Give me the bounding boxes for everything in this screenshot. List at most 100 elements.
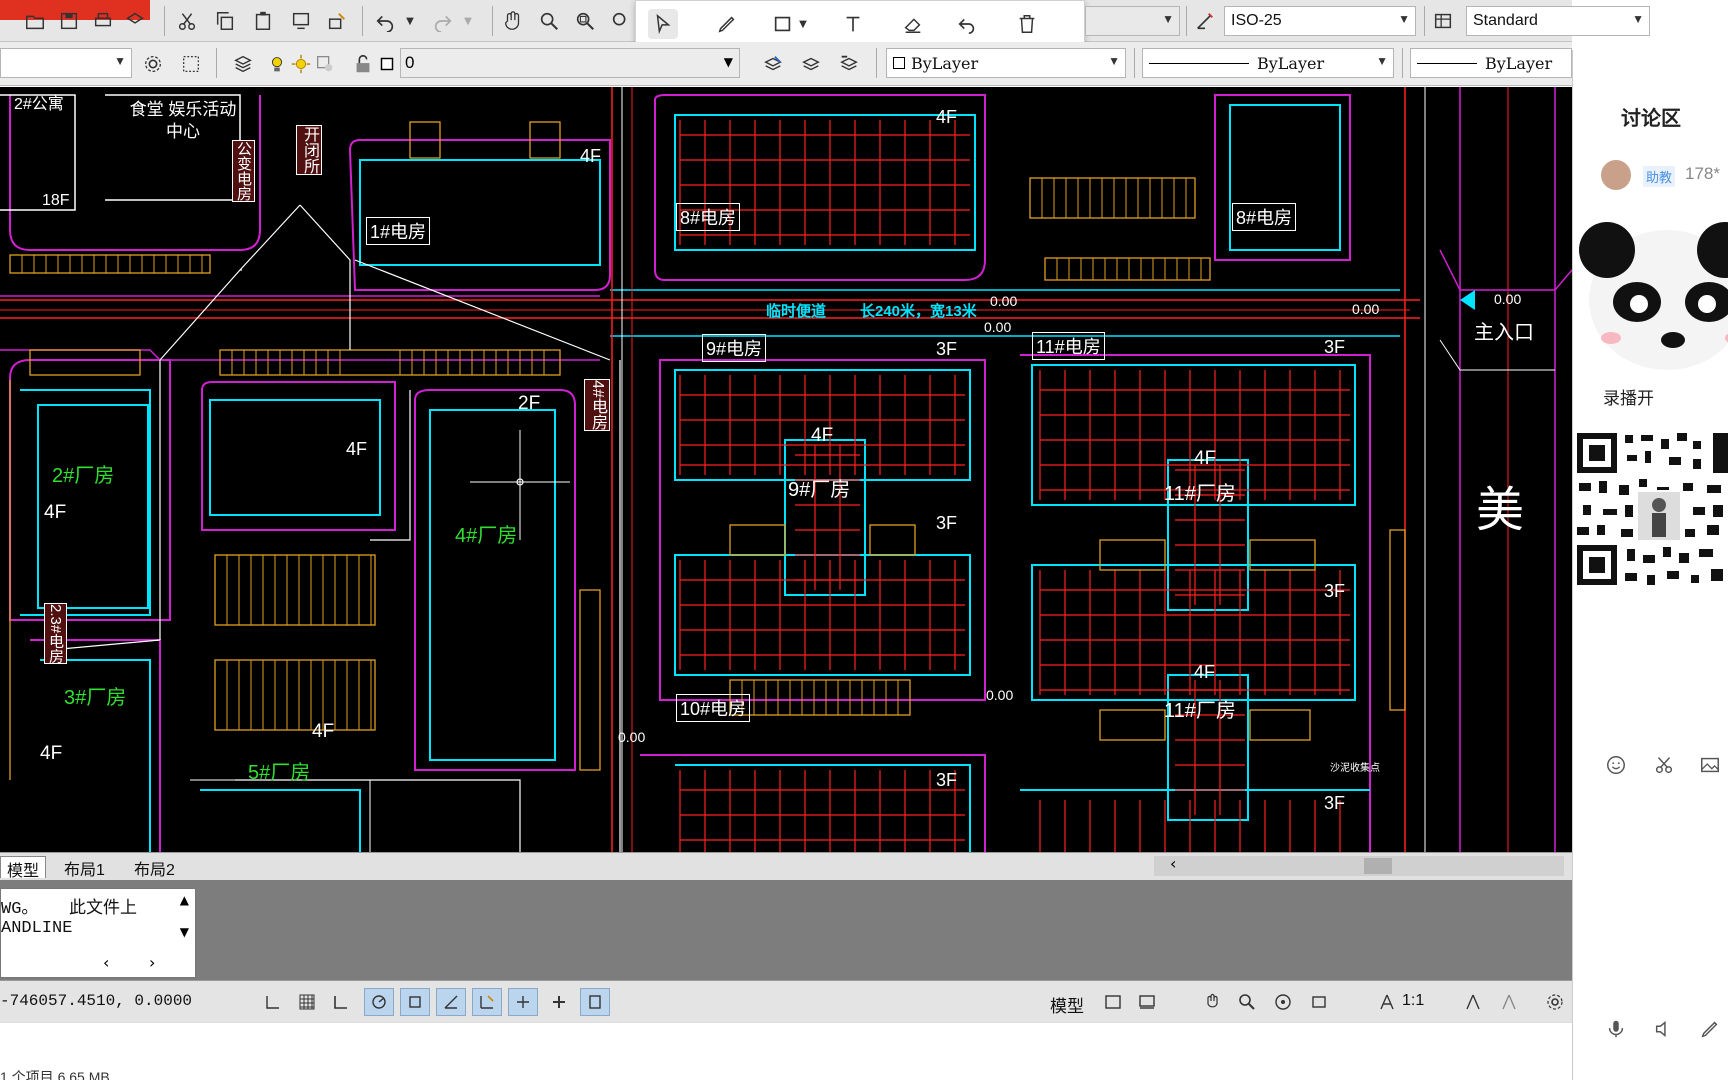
scrollbar-thumb[interactable]	[1364, 858, 1392, 874]
save-icon[interactable]	[54, 6, 84, 36]
scroll-down-icon[interactable]: ▼	[180, 925, 189, 939]
zoom-previous-icon[interactable]	[606, 6, 636, 36]
layer-properties-icon[interactable]	[228, 49, 258, 79]
ortho-icon[interactable]	[326, 988, 356, 1016]
scroll-up-icon[interactable]: ▲	[180, 893, 189, 907]
eraser-tool-icon[interactable]	[898, 9, 928, 39]
dynamic-input-icon[interactable]	[508, 988, 538, 1016]
layer-freeze-icon[interactable]	[290, 49, 312, 79]
match-properties-icon[interactable]	[286, 6, 316, 36]
undo-annotation-icon[interactable]	[952, 9, 982, 39]
zoom-window-icon[interactable]	[570, 6, 600, 36]
undo-dropdown-icon[interactable]: ▼	[402, 6, 418, 36]
previous-layer-icon[interactable]	[834, 49, 864, 79]
quick-view-drawings-icon[interactable]	[1132, 988, 1162, 1016]
workspace-switching-icon[interactable]	[1540, 988, 1570, 1016]
floor-tag: 3F	[936, 339, 958, 359]
workspace-select[interactable]: ▼	[0, 48, 132, 78]
pan-status-icon[interactable]	[1198, 988, 1228, 1016]
command-history[interactable]: WG。 此文件上 ANDLINE ▲ ▼ ‹ ›	[0, 888, 196, 978]
undo-icon[interactable]	[370, 6, 400, 36]
lineweight-display-icon[interactable]	[544, 988, 574, 1016]
dynamic-ucs-icon[interactable]	[472, 988, 502, 1016]
command-window: WG。 此文件上 ANDLINE ▲ ▼ ‹ ›	[0, 880, 1572, 980]
table-style-select[interactable]: Standard ▼	[1466, 6, 1650, 36]
microphone-icon[interactable]	[1601, 1014, 1631, 1044]
scissors-icon[interactable]	[1649, 750, 1679, 780]
grid-icon[interactable]	[292, 988, 322, 1016]
layer-select[interactable]: 0 ▼	[400, 48, 740, 78]
redo-icon[interactable]	[428, 6, 458, 36]
annotation-scale-icon[interactable]	[1372, 988, 1402, 1016]
pan-icon[interactable]	[498, 6, 528, 36]
horizontal-scrollbar[interactable]: ‹	[1154, 854, 1564, 876]
cut-icon[interactable]	[172, 6, 202, 36]
quick-properties-icon[interactable]	[580, 988, 610, 1016]
prev-command-icon[interactable]: ‹	[103, 953, 109, 972]
copy-icon[interactable]	[210, 6, 240, 36]
pen-tool-icon[interactable]	[712, 9, 742, 39]
annotation-toolbar: ▼	[635, 0, 1085, 46]
annotation-visibility-icon[interactable]	[1458, 988, 1488, 1016]
linetype-select[interactable]: ByLayer ▼	[1142, 48, 1394, 78]
zoom-status-icon[interactable]	[1232, 988, 1262, 1016]
steering-wheel-icon[interactable]	[1268, 988, 1298, 1016]
misc-label: 沙泥收集点	[1330, 763, 1380, 774]
auto-scale-icon[interactable]	[1494, 988, 1524, 1016]
next-command-icon[interactable]: ›	[149, 953, 155, 972]
text-tool-icon[interactable]	[838, 9, 868, 39]
open-icon[interactable]	[20, 6, 50, 36]
table-style-icon[interactable]	[1428, 6, 1458, 36]
annotation-scale-value[interactable]: 1:1	[1402, 992, 1424, 1010]
road-label: 临时便道	[766, 303, 827, 320]
color-swatch	[893, 57, 905, 69]
infer-constraints-icon[interactable]	[258, 988, 288, 1016]
showmotion-icon[interactable]	[1304, 988, 1334, 1016]
color-select[interactable]: ByLayer ▼	[886, 48, 1126, 78]
emoji-icon[interactable]	[1601, 750, 1631, 780]
building-label: 11#厂房	[1164, 483, 1236, 505]
workspace-settings-icon[interactable]	[138, 49, 168, 79]
zoom-realtime-icon[interactable]	[534, 6, 564, 36]
delete-annotation-icon[interactable]	[1012, 9, 1042, 39]
layer-viewport-freeze-icon[interactable]	[314, 49, 336, 79]
speaker-icon[interactable]	[1649, 1014, 1679, 1044]
floor-tag: 3F	[936, 513, 958, 533]
layer-lock-icon[interactable]	[352, 49, 374, 79]
block-icon[interactable]	[322, 6, 352, 36]
object-snap-icon[interactable]	[400, 988, 430, 1016]
coordinate-readout[interactable]: -746057.4510, 0.0000	[0, 992, 192, 1010]
toolbar-lock-icon[interactable]	[176, 49, 206, 79]
drawing-canvas[interactable]: 2#公寓 18F 食堂 娱乐活动中心 2#厂房 4F 3#厂房 4F 4#厂房 …	[0, 87, 1573, 852]
scroll-left-icon[interactable]: ‹	[1170, 854, 1176, 873]
floor-tag: 4F	[40, 743, 63, 764]
pointer-tool-icon[interactable]	[648, 9, 678, 39]
paste-icon[interactable]	[248, 6, 278, 36]
rectangle-dropdown-icon[interactable]: ▼	[796, 9, 810, 39]
rectangle-tool-icon[interactable]	[768, 9, 798, 39]
room-label: 8#电房	[1232, 203, 1297, 231]
dimension-style-select[interactable]: ISO-25 ▼	[1224, 6, 1416, 36]
floor-tag: 4F	[936, 107, 958, 127]
tab-layout2[interactable]: 布局2	[128, 856, 181, 879]
publish-icon[interactable]	[120, 6, 150, 36]
dimension-style-icon[interactable]	[1190, 6, 1220, 36]
plot-icon[interactable]	[88, 6, 118, 36]
assistant-badge: 助教	[1643, 166, 1676, 187]
model-space-label[interactable]: 模型	[1050, 992, 1084, 1017]
match-layer-icon[interactable]	[796, 49, 826, 79]
polar-tracking-icon[interactable]	[364, 988, 394, 1016]
lineweight-select[interactable]: ByLayer	[1410, 48, 1572, 78]
redo-dropdown-icon[interactable]: ▼	[460, 6, 476, 36]
pen-icon[interactable]	[1695, 1014, 1725, 1044]
panda-sticker	[1577, 190, 1728, 390]
image-icon[interactable]	[1695, 750, 1725, 780]
tab-layout1[interactable]: 布局1	[58, 856, 111, 879]
tab-model[interactable]: 模型	[0, 856, 47, 880]
make-current-layer-icon[interactable]	[758, 49, 788, 79]
table-style-value: Standard	[1473, 12, 1538, 29]
layer-on-icon[interactable]	[266, 49, 288, 79]
snap-tracking-icon[interactable]	[436, 988, 466, 1016]
annotation-scale-select[interactable]: ▼	[1085, 6, 1180, 36]
quick-view-layouts-icon[interactable]	[1098, 988, 1128, 1016]
